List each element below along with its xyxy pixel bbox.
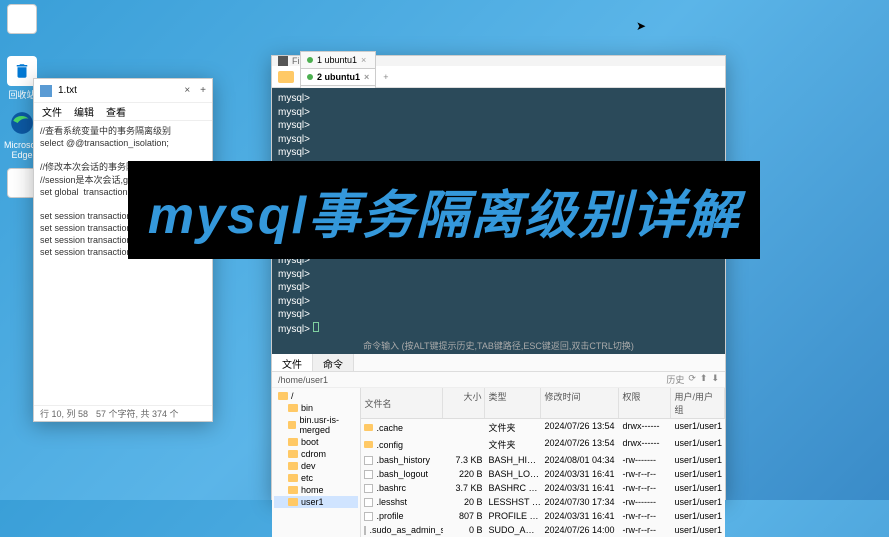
tree-node[interactable]: cdrom [274, 448, 358, 460]
menu-file[interactable]: 文件 [42, 104, 62, 119]
tree-node[interactable]: user1 [274, 496, 358, 508]
tree-node[interactable]: / [274, 390, 358, 402]
file-header: 文件名 大小 类型 修改时间 权限 用户/用户组 [361, 388, 725, 419]
notepad-title: 1.txt [58, 85, 77, 96]
history-label[interactable]: 历史 [666, 373, 684, 386]
desktop-icon[interactable] [4, 4, 40, 36]
tab-files[interactable]: 文件 [272, 354, 313, 371]
path-bar: /home/user1 历史 ⟳ ⬆ ⬇ [272, 372, 725, 388]
folder-icon [288, 450, 298, 458]
app-icon [278, 56, 288, 66]
menu-view[interactable]: 查看 [106, 104, 126, 119]
file-icon [364, 484, 373, 493]
dir-tree[interactable]: /binbin.usr-is-mergedbootcdromdevetchome… [272, 388, 361, 537]
tree-node[interactable]: bin.usr-is-merged [274, 414, 358, 436]
file-row[interactable]: .profile807 BPROFILE …2024/03/31 16:41-r… [361, 509, 725, 523]
file-row[interactable]: .lesshst20 BLESSHST …2024/07/30 17:34-rw… [361, 495, 725, 509]
tree-node[interactable]: dev [274, 460, 358, 472]
tab-commands[interactable]: 命令 [313, 354, 354, 371]
notepad-menu: 文件 编辑 查看 [34, 103, 212, 121]
download-icon[interactable]: ⬇ [711, 373, 719, 386]
file-row[interactable]: .bash_history7.3 KBBASH_HI…2024/08/01 04… [361, 453, 725, 467]
input-hint: 命令输入 (按ALT键提示历史,TAB键路径,ESC键返回,双击CTRL切换) [272, 340, 725, 352]
notepad-statusbar: 行 10, 列 58 57 个字符, 共 374 个 [34, 405, 212, 421]
status-dot-icon [307, 57, 313, 63]
file-icon [364, 470, 373, 479]
file-row[interactable]: .sudo_as_admin_successful0 BSUDO_A…2024/… [361, 523, 725, 537]
session-tab[interactable]: 1 ubuntu1× [300, 51, 376, 68]
folder-icon [288, 421, 296, 429]
cursor-icon: ➤ [636, 19, 646, 33]
file-icon [364, 512, 373, 521]
menu-edit[interactable]: 编辑 [74, 104, 94, 119]
tree-node[interactable]: bin [274, 402, 358, 414]
session-tab[interactable]: 2 ubuntu1× [300, 68, 376, 85]
file-icon [364, 526, 366, 535]
file-row[interactable]: .config文件夹2024/07/26 13:54drwx------user… [361, 436, 725, 453]
new-tab-icon[interactable]: + [200, 85, 206, 96]
file-row[interactable]: .bash_logout220 BBASH_LO…2024/03/31 16:4… [361, 467, 725, 481]
folder-icon [288, 462, 298, 470]
file-icon [364, 456, 373, 465]
folder-icon[interactable] [278, 71, 294, 83]
close-icon[interactable]: × [364, 72, 369, 82]
add-tab-icon[interactable]: + [377, 72, 394, 82]
folder-icon [364, 441, 373, 448]
session-tabs: 1 ubuntu1×2 ubuntu1×3 ubuntu1× + [272, 66, 725, 88]
close-icon[interactable]: × [361, 55, 366, 65]
folder-icon [288, 404, 298, 412]
notepad-icon [40, 85, 52, 97]
folder-icon [288, 438, 298, 446]
folder-icon [278, 392, 288, 400]
folder-icon [288, 498, 298, 506]
notepad-titlebar[interactable]: 1.txt × + [34, 79, 212, 103]
video-title-overlay: mysql事务隔离级别详解 [128, 161, 760, 259]
file-list[interactable]: 文件名 大小 类型 修改时间 权限 用户/用户组 .cache文件夹2024/0… [361, 388, 725, 537]
upload-icon[interactable]: ⬆ [700, 373, 708, 386]
file-panel: 文件 命令 /home/user1 历史 ⟳ ⬆ ⬇ /binbin.usr-i… [272, 354, 725, 537]
file-row[interactable]: .bashrc3.7 KBBASHRC …2024/03/31 16:41-rw… [361, 481, 725, 495]
folder-icon [288, 486, 298, 494]
folder-icon [364, 424, 373, 431]
status-dot-icon [307, 74, 313, 80]
file-row[interactable]: .cache文件夹2024/07/26 13:54drwx------user1… [361, 419, 725, 436]
close-tab-icon[interactable]: × [184, 85, 190, 96]
finalshell-window: FinalShell 4.3.10 1 ubuntu1×2 ubuntu1×3 … [271, 55, 726, 500]
tree-node[interactable]: home [274, 484, 358, 496]
tree-node[interactable]: etc [274, 472, 358, 484]
tree-node[interactable]: boot [274, 436, 358, 448]
refresh-icon[interactable]: ⟳ [688, 373, 696, 386]
file-icon [364, 498, 373, 507]
folder-icon [288, 474, 298, 482]
